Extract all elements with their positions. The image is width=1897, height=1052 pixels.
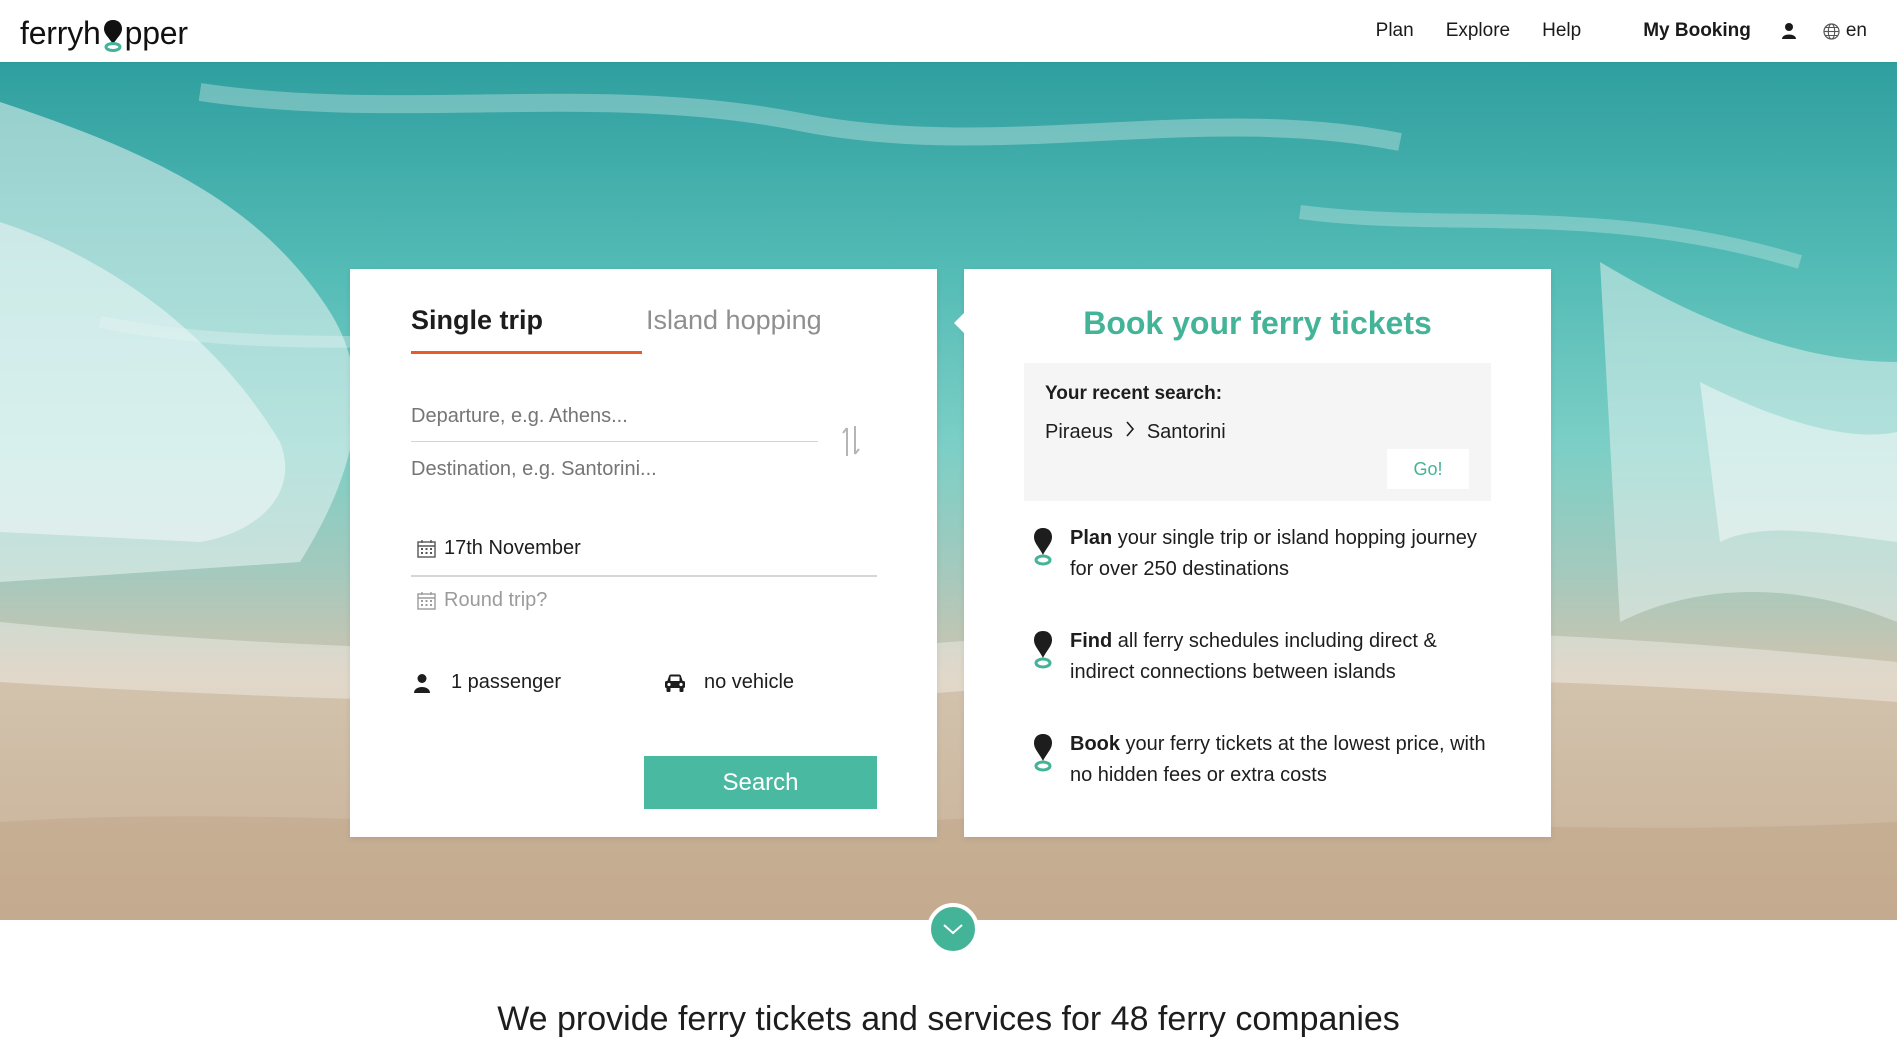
swap-icon[interactable] [840, 424, 862, 458]
car-icon [665, 674, 685, 692]
go-button[interactable]: Go! [1387, 449, 1469, 489]
recent-search-box: Your recent search: Piraeus Santorini Go… [1024, 363, 1491, 501]
feature-find-desc: all ferry schedules including direct & i… [1070, 630, 1437, 683]
top-header: ferryh pper Plan Explore Help My Booking [0, 0, 1897, 62]
vehicle-selector[interactable]: no vehicle [664, 671, 794, 694]
map-pin-icon [1032, 630, 1054, 670]
departure-input[interactable] [411, 401, 811, 431]
passenger-icon [414, 673, 430, 693]
chevron-down-icon [943, 924, 963, 935]
recent-from: Piraeus [1045, 420, 1113, 443]
search-card: Single trip Island hopping 17th November [350, 269, 937, 837]
feature-plan-desc: your single trip or island hopping journ… [1070, 527, 1477, 580]
feature-book-text: Book your ferry tickets at the lowest pr… [1070, 729, 1502, 791]
calendar-icon [417, 540, 436, 558]
info-title: Book your ferry tickets [1083, 305, 1432, 341]
feature-book-desc: your ferry tickets at the lowest price, … [1070, 733, 1486, 786]
nav-explore[interactable]: Explore [1446, 20, 1510, 42]
tab-island-hopping[interactable]: Island hopping [646, 305, 822, 336]
language-label: en [1845, 20, 1867, 41]
round-trip-date[interactable]: Round trip? [417, 589, 547, 612]
recent-search-route[interactable]: Piraeus Santorini [1045, 420, 1226, 444]
passenger-selector[interactable]: 1 passenger [413, 671, 561, 694]
main-nav: Plan Explore Help My Booking en [1344, 0, 1867, 62]
beach-waves-image [0, 62, 1897, 920]
chevron-right-icon [1125, 420, 1135, 444]
recent-to: Santorini [1146, 420, 1226, 443]
feature-plan-bold: Plan [1070, 527, 1113, 549]
feature-find-bold: Find [1070, 630, 1113, 652]
passenger-count: 1 passenger [451, 671, 562, 693]
feature-book: Book your ferry tickets at the lowest pr… [1032, 729, 1502, 791]
companies-heading: We provide ferry tickets and services fo… [497, 1000, 1400, 1038]
nav-plan[interactable]: Plan [1376, 20, 1414, 42]
scroll-down-button[interactable] [927, 903, 979, 955]
feature-find-text: Find all ferry schedules including direc… [1070, 626, 1502, 688]
globe-icon [1823, 22, 1840, 40]
ferryhopper-logo[interactable]: ferryh pper [20, 8, 188, 52]
map-pin-icon [1032, 527, 1054, 567]
map-pin-icon [1032, 733, 1054, 773]
user-icon[interactable] [1781, 22, 1797, 40]
feature-plan: Plan your single trip or island hopping … [1032, 523, 1502, 585]
logo-pin-icon [102, 18, 124, 52]
hero-background: Single trip Island hopping 17th November [0, 62, 1897, 920]
departure-date-value: 17th November [444, 537, 581, 559]
date-divider [411, 575, 877, 577]
round-trip-label: Round trip? [444, 589, 548, 611]
destination-input[interactable] [411, 454, 811, 484]
departure-divider [411, 441, 818, 442]
recent-search-label: Your recent search: [1045, 383, 1223, 404]
logo-text-left: ferryh [20, 15, 101, 51]
nav-help[interactable]: Help [1542, 20, 1581, 42]
vehicle-value: no vehicle [704, 671, 795, 693]
info-card: Book your ferry tickets Your recent sear… [954, 269, 1551, 837]
language-selector[interactable]: en [1823, 20, 1867, 42]
tab-single-trip[interactable]: Single trip [411, 305, 543, 336]
departure-date[interactable]: 17th November [417, 537, 581, 560]
feature-plan-text: Plan your single trip or island hopping … [1070, 523, 1502, 585]
calendar-icon [417, 592, 436, 610]
logo-text-right: pper [124, 15, 188, 51]
card-notch [954, 313, 964, 333]
feature-book-bold: Book [1070, 733, 1120, 755]
search-button[interactable]: Search [644, 756, 877, 809]
active-tab-indicator [411, 351, 642, 354]
my-booking-link[interactable]: My Booking [1643, 20, 1751, 42]
feature-find: Find all ferry schedules including direc… [1032, 626, 1502, 688]
